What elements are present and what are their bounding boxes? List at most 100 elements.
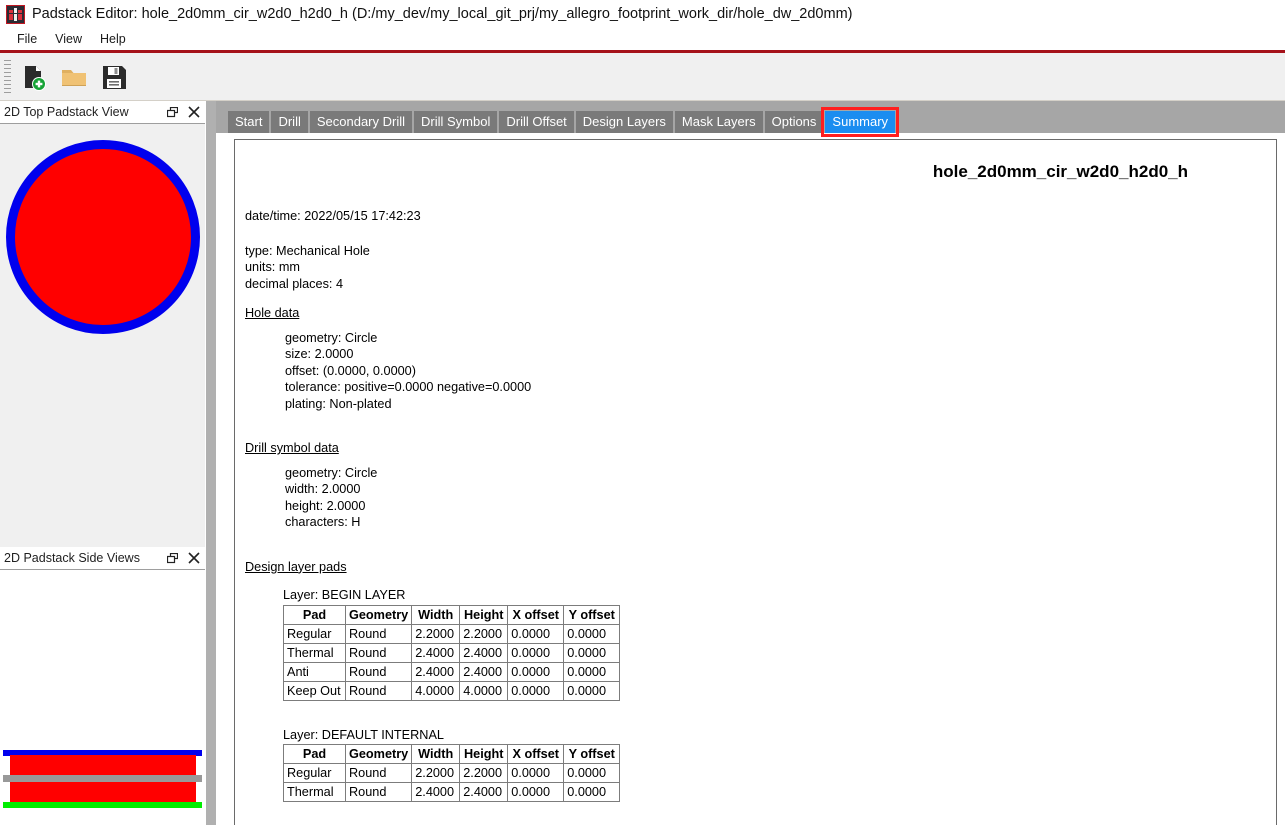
table-cell: 0.0000 (564, 783, 620, 802)
table-cell: Round (346, 783, 412, 802)
menu-item-file[interactable]: File (8, 30, 46, 48)
save-padstack-button[interactable] (94, 57, 134, 97)
table-row: ThermalRound2.40002.40000.00000.0000 (284, 783, 620, 802)
restore-icon[interactable] (161, 103, 183, 121)
table-cell: 2.2000 (460, 764, 508, 783)
column-header: Height (460, 745, 508, 764)
table-cell: Thermal (284, 643, 346, 662)
editor-column: Start Drill Secondary Drill Drill Symbol… (216, 101, 1285, 825)
top-padstack-view-panel: 2D Top Padstack View (0, 101, 205, 547)
summary-decimal-places: decimal places: 4 (245, 276, 1260, 293)
column-header: Height (460, 605, 508, 624)
table-cell: 0.0000 (508, 764, 564, 783)
summary-body: date/time: 2022/05/15 17:42:23 type: Mec… (245, 208, 1260, 802)
top-padstack-view-canvas[interactable] (0, 124, 205, 547)
table-cell: 2.4000 (412, 783, 460, 802)
table-cell: 2.4000 (460, 783, 508, 802)
table-cell: Anti (284, 662, 346, 681)
padstack-side-views-canvas[interactable] (0, 570, 205, 825)
left-dock-column: 2D Top Padstack View (0, 101, 205, 825)
table-cell: 2.2000 (412, 624, 460, 643)
column-header: X offset (508, 745, 564, 764)
table-cell: Regular (284, 624, 346, 643)
drill-symbol-height: height: 2.0000 (245, 498, 1260, 515)
tab-mask-layers[interactable]: Mask Layers (675, 111, 763, 133)
padstack-side-views-header: 2D Padstack Side Views (0, 547, 205, 570)
menu-item-help[interactable]: Help (91, 30, 135, 48)
table-header-row: PadGeometryWidthHeightX offsetY offset (284, 745, 620, 764)
hole-plating: plating: Non-plated (245, 396, 1260, 413)
table-cell: 4.0000 (460, 681, 508, 700)
column-header: Geometry (346, 605, 412, 624)
design-layer-pads-heading: Design layer pads (245, 559, 347, 576)
padstack-top-circle-graphic (6, 140, 200, 334)
new-padstack-button[interactable] (14, 57, 54, 97)
table-cell: Keep Out (284, 681, 346, 700)
tab-drill-symbol[interactable]: Drill Symbol (414, 111, 497, 133)
drill-symbol-geometry: geometry: Circle (245, 465, 1260, 482)
close-icon[interactable] (183, 103, 205, 121)
tab-options[interactable]: Options (765, 111, 824, 133)
side-view-graphic (0, 730, 205, 825)
menubar: File View Help (0, 28, 1285, 50)
table-cell: 0.0000 (508, 681, 564, 700)
hole-size: size: 2.0000 (245, 346, 1260, 363)
tab-design-layers[interactable]: Design Layers (576, 111, 673, 133)
summary-page: hole_2d0mm_cir_w2d0_h2d0_h date/time: 20… (234, 139, 1277, 825)
table-cell: 2.4000 (412, 643, 460, 662)
top-padstack-view-title: 2D Top Padstack View (4, 105, 161, 119)
save-floppy-icon (100, 63, 128, 91)
table-cell: 2.4000 (412, 662, 460, 681)
toolbar (0, 53, 1285, 101)
pad-table: PadGeometryWidthHeightX offsetY offsetRe… (283, 744, 620, 802)
column-header: Geometry (346, 745, 412, 764)
restore-icon[interactable] (161, 549, 183, 567)
table-cell: Round (346, 662, 412, 681)
table-cell: Round (346, 624, 412, 643)
toolbar-grip[interactable] (4, 60, 11, 94)
tab-drill[interactable]: Drill (271, 111, 307, 133)
table-cell: 0.0000 (508, 624, 564, 643)
table-cell: 0.0000 (564, 764, 620, 783)
open-padstack-button[interactable] (54, 57, 94, 97)
table-row: RegularRound2.20002.20000.00000.0000 (284, 764, 620, 783)
layer-label: Layer: BEGIN LAYER (245, 587, 1260, 604)
app-icon (6, 5, 25, 24)
table-cell: 2.2000 (412, 764, 460, 783)
side-view-bottom-layer (3, 802, 202, 808)
menu-item-view[interactable]: View (46, 30, 91, 48)
new-file-icon (20, 63, 48, 91)
padstack-side-views-title: 2D Padstack Side Views (4, 551, 161, 565)
drill-symbol-characters: characters: H (245, 514, 1260, 531)
close-icon[interactable] (183, 549, 205, 567)
top-padstack-view-header: 2D Top Padstack View (0, 101, 205, 124)
hole-data-heading: Hole data (245, 305, 299, 322)
column-header: X offset (508, 605, 564, 624)
table-row: Keep OutRound4.00004.00000.00000.0000 (284, 681, 620, 700)
table-cell: 0.0000 (508, 643, 564, 662)
tab-drill-offset[interactable]: Drill Offset (499, 111, 573, 133)
table-row: ThermalRound2.40002.40000.00000.0000 (284, 643, 620, 662)
table-cell: 0.0000 (564, 643, 620, 662)
table-cell: 0.0000 (564, 662, 620, 681)
tab-start[interactable]: Start (228, 111, 269, 133)
window-title: Padstack Editor: hole_2d0mm_cir_w2d0_h2d… (32, 6, 852, 22)
summary-units: units: mm (245, 259, 1260, 276)
tab-summary[interactable]: Summary (825, 111, 895, 133)
vertical-splitter[interactable] (205, 101, 216, 825)
summary-datetime: date/time: 2022/05/15 17:42:23 (245, 208, 1260, 225)
table-cell: 0.0000 (508, 783, 564, 802)
table-cell: Round (346, 681, 412, 700)
drill-symbol-data-heading: Drill symbol data (245, 440, 339, 457)
hole-offset: offset: (0.0000, 0.0000) (245, 363, 1260, 380)
table-cell: Round (346, 643, 412, 662)
tab-secondary-drill[interactable]: Secondary Drill (310, 111, 412, 133)
main-area: 2D Top Padstack View (0, 101, 1285, 825)
summary-content-wrapper: hole_2d0mm_cir_w2d0_h2d0_h date/time: 20… (216, 133, 1285, 825)
tabstrip: Start Drill Secondary Drill Drill Symbol… (216, 101, 1285, 133)
drill-symbol-width: width: 2.0000 (245, 481, 1260, 498)
column-header: Width (412, 605, 460, 624)
hole-geometry: geometry: Circle (245, 330, 1260, 347)
layer-label: Layer: DEFAULT INTERNAL (245, 727, 1260, 744)
table-cell: 2.2000 (460, 624, 508, 643)
